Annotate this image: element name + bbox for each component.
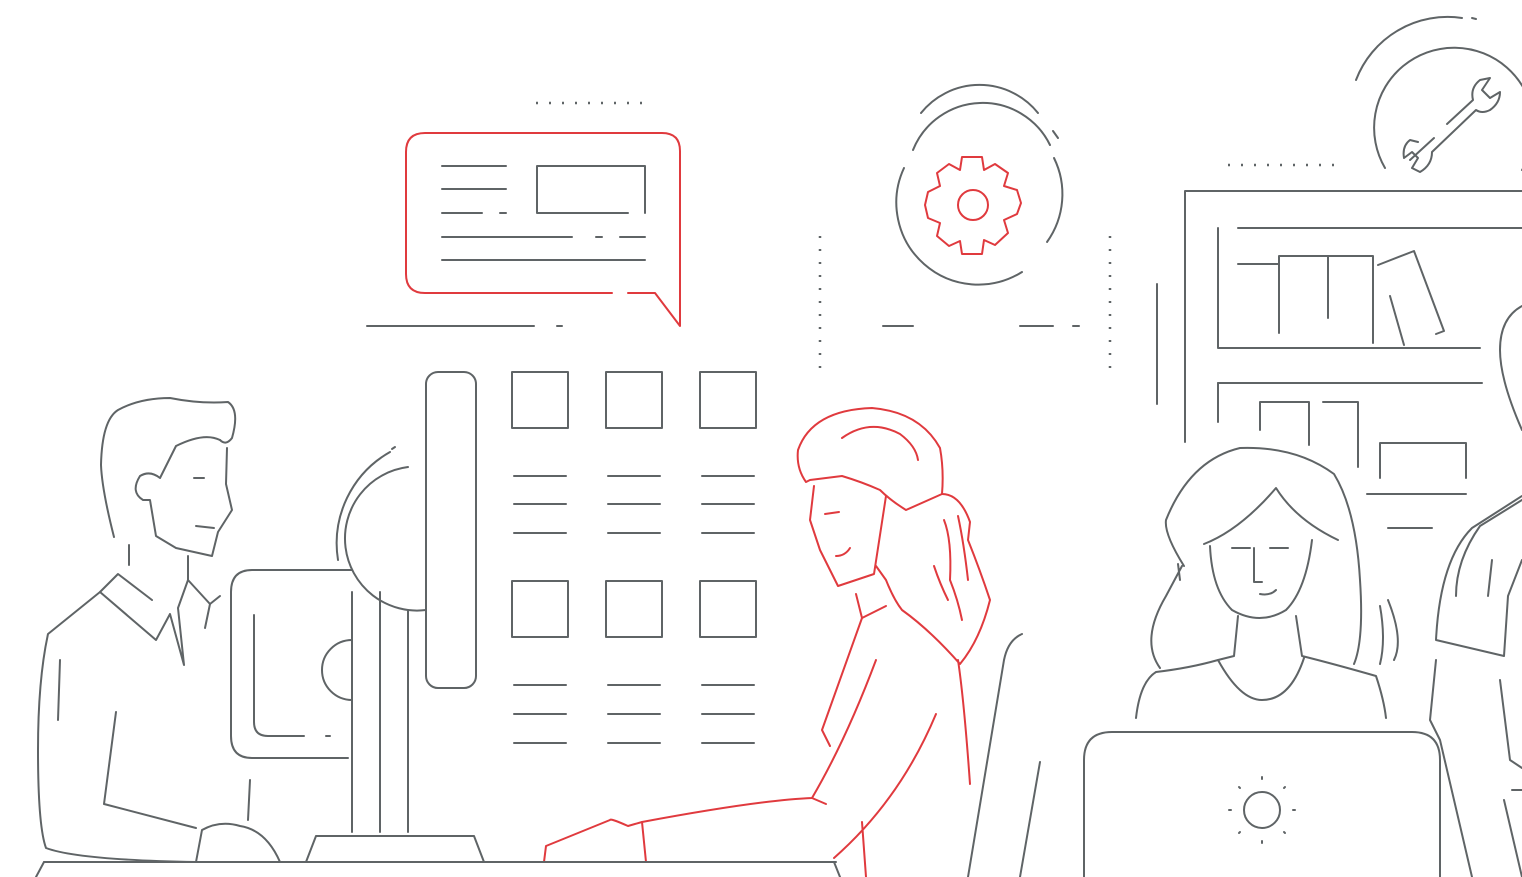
chair <box>967 633 1041 877</box>
person-far-right <box>1429 305 1522 877</box>
gear-icon <box>895 84 1064 286</box>
woman-with-laptop-figure <box>1083 446 1441 877</box>
bookshelf <box>1156 190 1522 529</box>
desk <box>35 861 841 877</box>
woman-figure-red <box>543 407 991 877</box>
laptop-logo-icon <box>1228 776 1296 844</box>
man-figure <box>37 397 281 863</box>
chat-bubble-icon <box>405 132 681 327</box>
wrench-icon <box>1355 15 1522 173</box>
office-illustration <box>35 15 1522 877</box>
app-grid <box>511 371 757 744</box>
desktop-monitor <box>230 371 485 863</box>
